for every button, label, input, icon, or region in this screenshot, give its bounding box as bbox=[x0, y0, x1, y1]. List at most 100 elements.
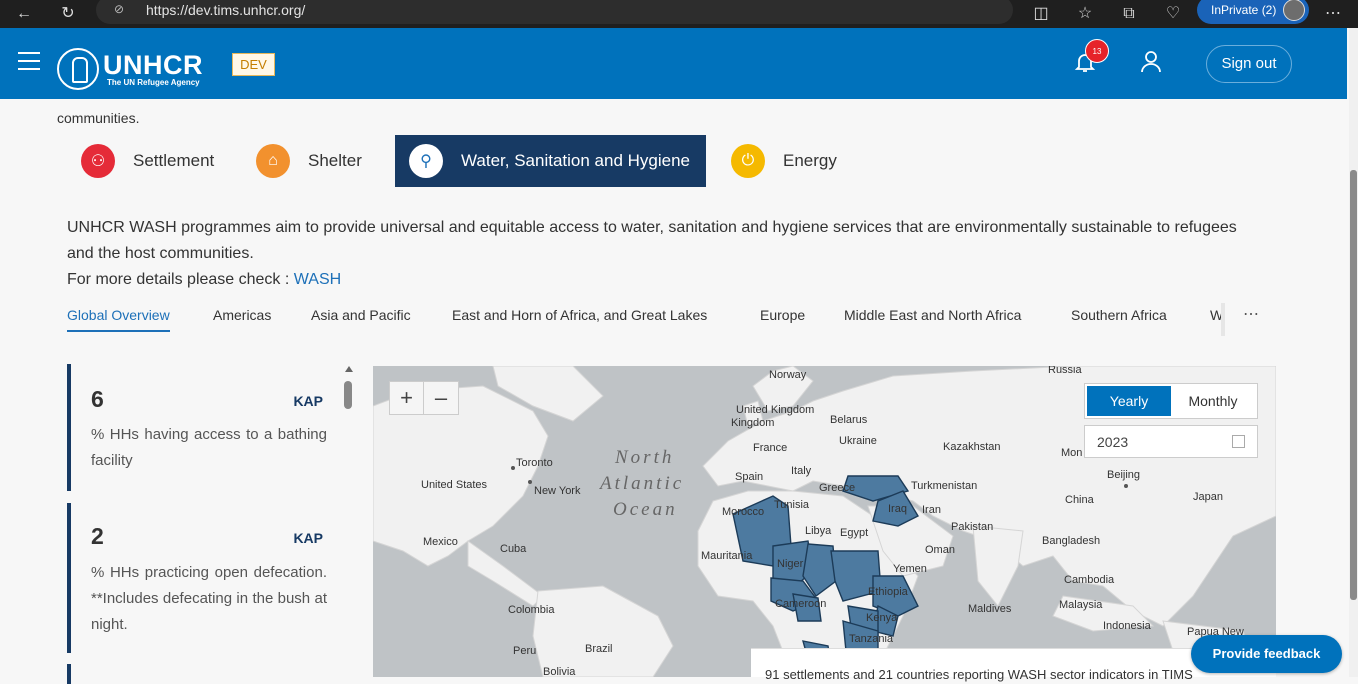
map-label: Cameroon bbox=[775, 598, 826, 610]
map-label: Beijing bbox=[1107, 469, 1140, 481]
indicator-label: % HHs practicing open defecation. **Incl… bbox=[91, 564, 327, 633]
map-label: Italy bbox=[791, 465, 812, 477]
ocean-label: Ocean bbox=[613, 499, 678, 520]
indicator-card bbox=[67, 664, 337, 684]
provide-feedback-button[interactable]: Provide feedback bbox=[1191, 635, 1342, 673]
user-icon[interactable] bbox=[1140, 50, 1162, 74]
tab-east-horn-africa[interactable]: East and Horn of Africa, and Great Lakes bbox=[452, 307, 707, 323]
intro-text-tail: communities. bbox=[57, 110, 140, 126]
map-label: United Kingdom bbox=[736, 404, 814, 416]
inprivate-button[interactable]: InPrivate (2) bbox=[1197, 0, 1309, 24]
map-summary-text: 91 settlements and 21 countries reportin… bbox=[765, 667, 1193, 682]
indicator-value: 2 bbox=[91, 523, 104, 549]
house-icon: ⌂ bbox=[256, 144, 290, 178]
tab-europe[interactable]: Europe bbox=[760, 307, 805, 323]
map-label: Brazil bbox=[585, 643, 613, 655]
map-label: Turkmenistan bbox=[911, 480, 977, 492]
collections-icon[interactable]: ⧉ bbox=[1117, 2, 1141, 26]
indicator-source: KAP bbox=[293, 393, 323, 409]
map-label: China bbox=[1065, 494, 1095, 506]
page-scrollbar[interactable] bbox=[1349, 28, 1358, 677]
city-dot-icon bbox=[1124, 484, 1128, 488]
unhcr-emblem-icon bbox=[57, 48, 99, 90]
city-dot-icon bbox=[528, 480, 532, 484]
description-text: UNHCR WASH programmes aim to provide uni… bbox=[67, 219, 1237, 262]
map-label: Bolivia bbox=[543, 666, 576, 677]
logo-subtitle: The UN Refugee Agency bbox=[107, 78, 200, 87]
indicator-source: KAP bbox=[293, 530, 323, 546]
map-label: Cuba bbox=[500, 543, 527, 555]
city-dot-icon bbox=[511, 466, 515, 470]
refresh-icon[interactable]: ↻ bbox=[56, 2, 80, 26]
unhcr-logo[interactable]: UNHCR The UN Refugee Agency bbox=[57, 48, 217, 90]
tab-west-africa[interactable]: We bbox=[1210, 307, 1221, 323]
sector-settlement[interactable]: ⚇ Settlement bbox=[81, 135, 214, 187]
map-label: Toronto bbox=[516, 457, 553, 469]
tab-americas[interactable]: Americas bbox=[213, 307, 271, 323]
map-label: Kenya bbox=[866, 612, 898, 624]
tab-global-overview[interactable]: Global Overview bbox=[67, 307, 170, 332]
water-tap-icon: ⚲ bbox=[409, 144, 443, 178]
map-label: Spain bbox=[735, 471, 763, 483]
tab-asia-pacific[interactable]: Asia and Pacific bbox=[311, 307, 411, 323]
map-label: Peru bbox=[513, 645, 536, 657]
sector-energy[interactable]: ⏻ Energy bbox=[731, 135, 837, 187]
ocean-label: Atlantic bbox=[598, 473, 684, 494]
browser-essentials-icon[interactable]: ♡ bbox=[1161, 2, 1185, 26]
ocean-label: North bbox=[614, 447, 674, 468]
map-label: Cambodia bbox=[1064, 574, 1115, 586]
map-label: New York bbox=[534, 485, 581, 497]
address-bar[interactable]: ⊘ https://dev.tims.unhcr.org/ bbox=[96, 0, 1013, 24]
zoom-out-button[interactable]: – bbox=[424, 382, 458, 414]
more-tabs-icon[interactable]: ⋯ bbox=[1243, 304, 1259, 324]
page-scroll-thumb[interactable] bbox=[1350, 170, 1357, 600]
monthly-toggle-button[interactable]: Monthly bbox=[1171, 386, 1255, 416]
tab-southern-africa[interactable]: Southern Africa bbox=[1071, 307, 1167, 323]
browser-toolbar: ← ↻ ⊘ https://dev.tims.unhcr.org/ ◫ ☆ ⧉ … bbox=[0, 0, 1358, 28]
yearly-toggle-button[interactable]: Yearly bbox=[1087, 386, 1171, 416]
map-label: Tunisia bbox=[774, 499, 810, 511]
tab-mena[interactable]: Middle East and North Africa bbox=[844, 307, 1021, 323]
map-label: Maldives bbox=[968, 603, 1012, 615]
scroll-up-arrow-icon[interactable] bbox=[345, 366, 353, 372]
map-label: Kingdom bbox=[731, 417, 774, 429]
hamburger-menu-icon[interactable] bbox=[18, 52, 40, 70]
environment-badge: DEV bbox=[232, 53, 275, 76]
map-label: Morocco bbox=[722, 506, 764, 518]
back-icon[interactable]: ← bbox=[12, 2, 36, 26]
calendar-icon[interactable] bbox=[1232, 435, 1245, 448]
map-label: Pakistan bbox=[951, 521, 993, 533]
split-screen-icon[interactable]: ◫ bbox=[1029, 2, 1053, 26]
inprivate-label: InPrivate (2) bbox=[1211, 3, 1277, 17]
wash-link[interactable]: WASH bbox=[294, 271, 341, 288]
sector-wash[interactable]: ⚲ Water, Sanitation and Hygiene bbox=[395, 135, 706, 187]
zoom-in-button[interactable]: + bbox=[390, 382, 425, 414]
sector-label: Settlement bbox=[133, 151, 215, 170]
year-value: 2023 bbox=[1097, 434, 1129, 450]
map-label: Malaysia bbox=[1059, 599, 1103, 611]
map-label: Colombia bbox=[508, 604, 555, 616]
map-label: Kazakhstan bbox=[943, 441, 1000, 453]
more-menu-icon[interactable]: ⋯ bbox=[1321, 2, 1345, 26]
map-label: Ethiopia bbox=[868, 586, 909, 598]
map-label: Tanzania bbox=[849, 633, 894, 645]
indicator-value: 6 bbox=[91, 386, 104, 412]
site-info-icon[interactable]: ⊘ bbox=[114, 2, 124, 16]
map-label: Norway bbox=[769, 369, 807, 381]
favorite-star-icon[interactable]: ☆ bbox=[1073, 2, 1097, 26]
sign-out-button[interactable]: Sign out bbox=[1206, 45, 1292, 83]
map-label: Mauritania bbox=[701, 550, 753, 562]
sector-description: UNHCR WASH programmes aim to provide uni… bbox=[67, 215, 1267, 293]
sector-shelter[interactable]: ⌂ Shelter bbox=[256, 135, 362, 187]
profile-avatar bbox=[1283, 0, 1305, 21]
scroll-thumb[interactable] bbox=[344, 381, 352, 409]
map-label: United States bbox=[421, 479, 488, 491]
map-label: Libya bbox=[805, 525, 832, 537]
map-label: Egypt bbox=[840, 527, 868, 539]
indicator-label: % HHs having access to a bathing facilit… bbox=[91, 426, 327, 469]
map-label: Russia bbox=[1048, 366, 1083, 376]
logo-name: UNHCR bbox=[103, 50, 203, 80]
year-picker[interactable]: 2023 bbox=[1084, 425, 1258, 458]
map-zoom-controls: + – bbox=[389, 381, 459, 415]
indicator-list-scrollbar[interactable] bbox=[343, 366, 355, 409]
